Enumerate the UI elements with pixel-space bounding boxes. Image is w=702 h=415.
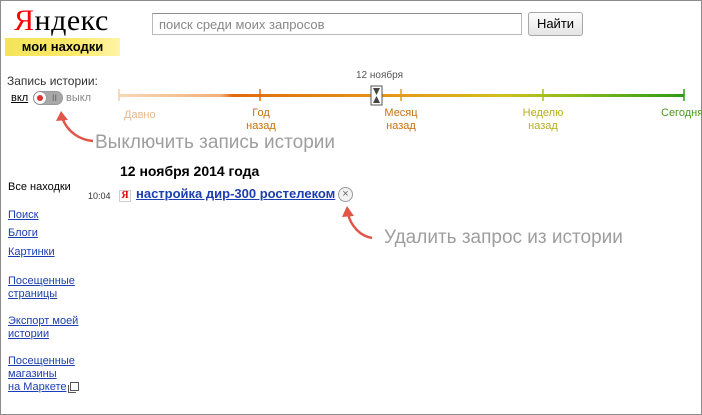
timeline-label-today[interactable]: Сегодня <box>661 107 702 120</box>
timeline-label-text: назад <box>528 120 558 132</box>
hourglass-marker-icon[interactable] <box>370 85 383 106</box>
delete-query-button[interactable]: × <box>338 187 353 202</box>
sidebar-item-blogs[interactable]: Блоги <box>8 227 38 240</box>
results-date-heading: 12 ноября 2014 года <box>120 163 260 179</box>
sidebar-item-visited-pages[interactable]: Посещенные страницы <box>8 275 75 301</box>
sidebar-item-line: Посещенные <box>8 355 75 367</box>
timeline-label-text: Год <box>252 107 270 119</box>
sidebar-item-line: страницы <box>8 288 58 300</box>
result-query-link[interactable]: настройка дир-300 ростелеком <box>136 186 335 201</box>
timeline-label-month-ago[interactable]: Месяц назад <box>379 107 423 133</box>
timeline-label-year-ago[interactable]: Год назад <box>243 107 279 133</box>
toggle-hint-arrow-icon <box>56 111 94 143</box>
timeline-label-long-ago[interactable]: Давно <box>124 109 156 122</box>
result-time: 10:04 <box>88 191 111 201</box>
external-window-icon <box>67 382 79 393</box>
delete-hint-annotation: Удалить запрос из истории <box>384 227 623 248</box>
sidebar-item-export-history[interactable]: Экспорт моей истории <box>8 315 78 341</box>
yandex-favicon-icon: Я <box>119 190 131 202</box>
timeline-label-text: Давно <box>124 109 156 121</box>
sidebar-item-line: магазины <box>8 368 57 380</box>
timeline-label-text: Неделю <box>522 107 564 119</box>
timeline-label-text: Сегодня <box>661 107 702 119</box>
timeline-label-text: назад <box>386 120 416 132</box>
sidebar-item-visited-shops[interactable]: Посещенные магазины на Маркете <box>8 355 79 394</box>
sidebar-item-line: Посещенные <box>8 275 75 287</box>
sidebar-item-line: истории <box>8 328 50 340</box>
sidebar-item-line: на Маркете <box>8 381 67 393</box>
sidebar-item-line: Экспорт моей <box>8 315 79 327</box>
timeline-graphic <box>56 85 685 240</box>
timeline-label-week-ago[interactable]: Неделю назад <box>518 107 568 133</box>
timeline-label-text: Месяц <box>384 107 418 119</box>
toggle-hint-annotation: Выключить запись истории <box>95 132 335 153</box>
sidebar-item-images[interactable]: Картинки <box>8 246 55 259</box>
sidebar-item-search[interactable]: Поиск <box>8 209 38 222</box>
timeline-current-label: 12 ноября <box>356 70 403 81</box>
sidebar-all-finds[interactable]: Все находки <box>8 181 71 193</box>
delete-hint-arrow-icon <box>342 206 373 240</box>
